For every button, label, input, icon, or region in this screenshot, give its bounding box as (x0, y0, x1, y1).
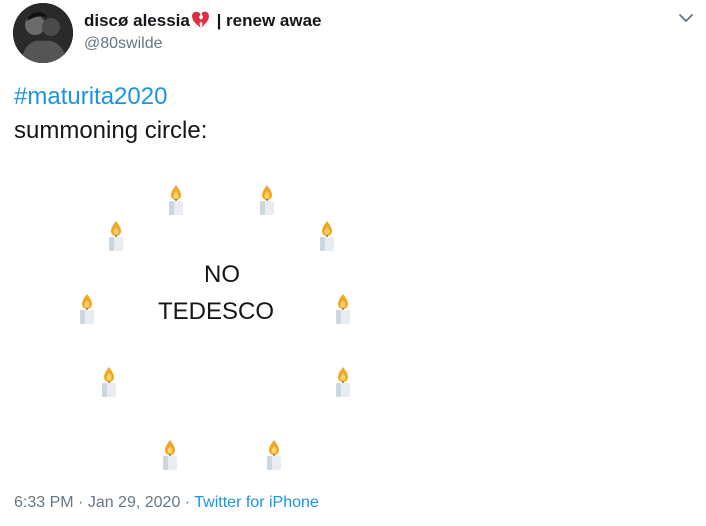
circle-text-line2: TEDESCO (158, 298, 275, 325)
tweet-time[interactable]: 6:33 PM (14, 494, 74, 511)
candle-icon (333, 293, 353, 325)
user-handle[interactable]: @80swilde (84, 34, 163, 54)
meta-separator: · (180, 494, 195, 511)
display-name[interactable]: discø alessia | renew awae (84, 10, 322, 32)
tweet-meta: 6:33 PM · Jan 29, 2020 · Twitter for iPh… (14, 492, 319, 514)
display-name-suffix: | renew awae (216, 11, 322, 30)
hashtag-link[interactable]: #maturita2020 (14, 80, 207, 114)
broken-heart-icon (191, 11, 209, 28)
candle-icon (77, 293, 97, 325)
circle-text-line1: NO (204, 261, 240, 288)
candle-icon (160, 439, 180, 471)
tweet: discø alessia | renew awae @80swilde #ma… (0, 0, 706, 526)
chevron-down-icon (679, 14, 693, 22)
avatar[interactable] (13, 3, 73, 63)
tweet-source-link[interactable]: Twitter for iPhone (194, 494, 319, 511)
candle-icon (257, 184, 277, 216)
candle-icon (333, 366, 353, 398)
tweet-line: summoning circle: (14, 117, 208, 144)
more-options-button[interactable] (674, 6, 698, 30)
candle-icon (106, 220, 126, 252)
candle-icon (317, 220, 337, 252)
tweet-date[interactable]: Jan 29, 2020 (88, 494, 181, 511)
candle-icon (99, 366, 119, 398)
candle-icon (264, 439, 284, 471)
candle-icon (166, 184, 186, 216)
display-name-text: discø alessia (84, 11, 190, 30)
tweet-text: #maturita2020 summoning circle: (14, 80, 207, 148)
meta-separator: · (73, 494, 88, 511)
